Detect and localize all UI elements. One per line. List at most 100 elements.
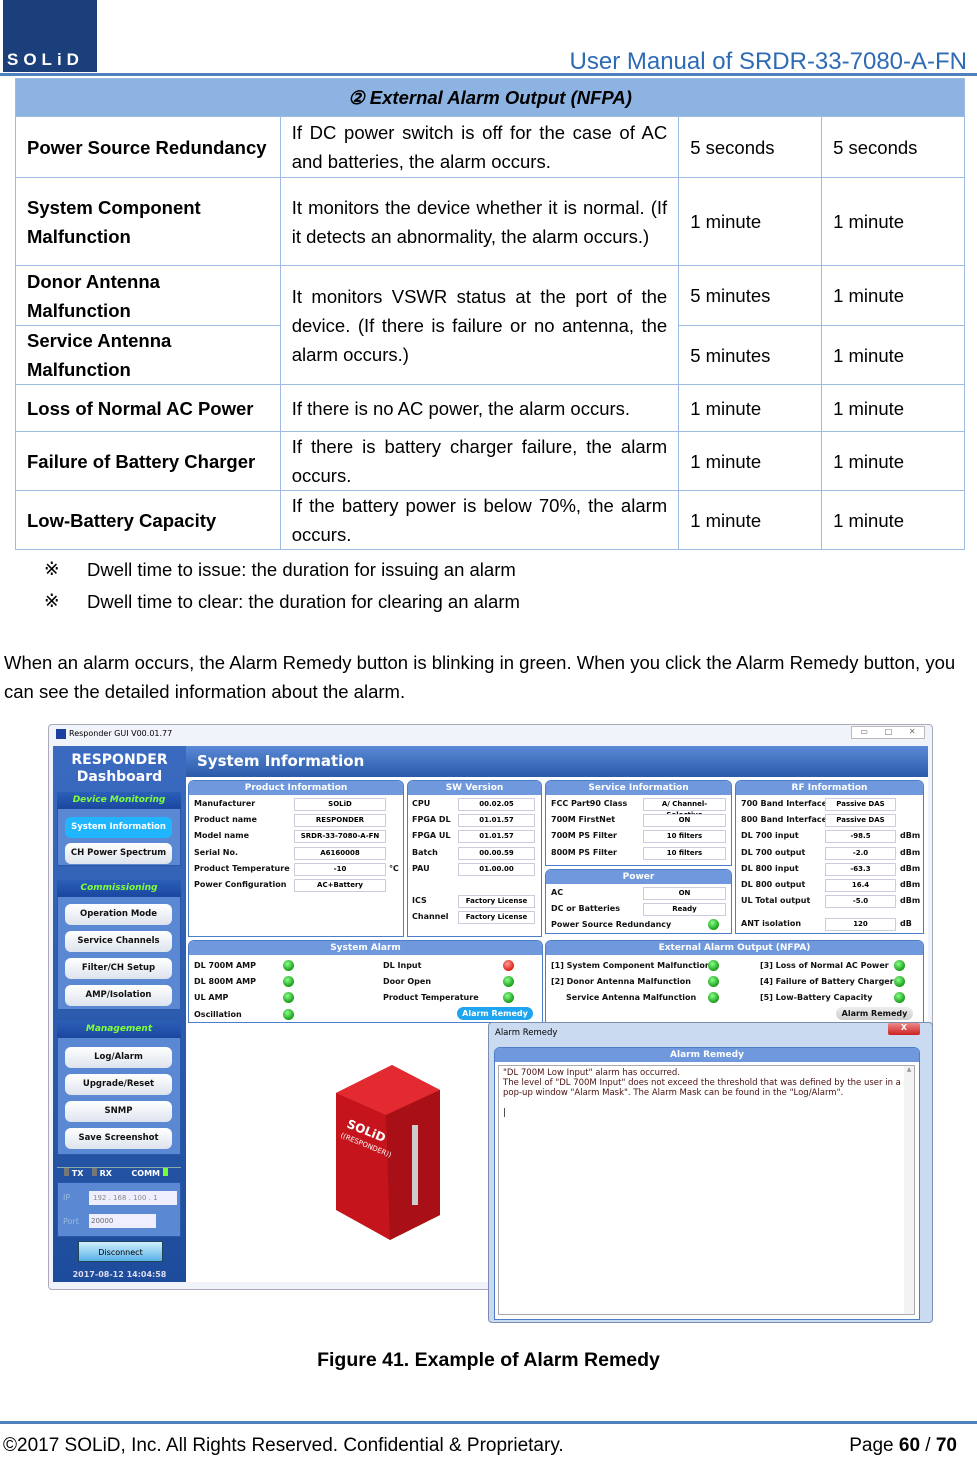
- table-row: Low-Battery Capacity If the battery power…: [15, 490, 965, 550]
- main-title: System Information: [186, 746, 928, 777]
- nav-save-screenshot-button[interactable]: Save Screenshot: [65, 1128, 172, 1149]
- field-label: FPGA UL: [412, 831, 451, 841]
- nav-filter-ch-setup-button[interactable]: Filter/CH Setup: [65, 958, 172, 979]
- nav-service-channels-button[interactable]: Service Channels: [65, 931, 172, 952]
- field-label: UL Total output: [741, 896, 811, 906]
- alarm-remedy-button-nfpa[interactable]: Alarm Remedy: [836, 1007, 913, 1020]
- field-unit: dBm: [900, 896, 921, 906]
- field-label: PAU: [412, 863, 430, 873]
- field-label: FPGA DL: [412, 815, 451, 825]
- status-led-red: [503, 960, 514, 971]
- table-row: Donor Antenna Malfunction It monitors VSW…: [15, 265, 965, 385]
- window-title: Responder GUI V00.01.77: [69, 729, 173, 738]
- app-icon: [56, 729, 66, 739]
- port-input[interactable]: 20000: [89, 1214, 156, 1228]
- panel-header: Product Information: [189, 781, 403, 795]
- field-unit: dBm: [900, 863, 921, 873]
- ip-label: IP: [63, 1193, 71, 1202]
- field-value: 01.00.00: [458, 862, 535, 876]
- field-value: -5.0: [825, 895, 896, 909]
- field-label: DL 700 output: [741, 847, 806, 857]
- alarm-label: Door Open: [383, 977, 432, 987]
- alarm-label: [3] Loss of Normal AC Power: [760, 961, 889, 970]
- field-label: Model name: [194, 831, 249, 841]
- table-title: ② External Alarm Output (NFPA): [15, 78, 965, 117]
- field-value: Factory License: [458, 911, 535, 924]
- body-paragraph: When an alarm occurs, the Alarm Remedy b…: [4, 652, 956, 702]
- nav-ch-power-spectrum-button[interactable]: CH Power Spectrum: [65, 843, 172, 864]
- ip-input[interactable]: 192 . 168 . 100 . 1: [89, 1191, 177, 1205]
- footer-divider: [0, 1421, 977, 1424]
- disconnect-button[interactable]: Disconnect: [78, 1241, 163, 1262]
- field-value: -63.3: [825, 862, 896, 876]
- alarm-label: Service Antenna Malfunction: [566, 993, 697, 1003]
- scrollbar[interactable]: ▲: [904, 1066, 914, 1314]
- nav-system-information-button[interactable]: System Information: [65, 817, 172, 838]
- field-unit: dBm: [900, 847, 921, 857]
- field-value: 10 filters: [643, 846, 726, 860]
- page-number: Page 60 / 70: [849, 1435, 957, 1456]
- nav-snmp-button[interactable]: SNMP: [65, 1101, 172, 1122]
- table-row: System Component Malfunction It monitors …: [15, 177, 965, 266]
- alarm-label: Product Temperature: [383, 993, 479, 1003]
- alarm-remedy-text[interactable]: "DL 700M Low Input" alarm has occurred. T…: [498, 1065, 915, 1315]
- field-label: ANT isolation: [741, 919, 802, 928]
- field-label: Power Configuration: [194, 880, 287, 889]
- field-value: RESPONDER: [294, 814, 386, 828]
- field-label: 700 Band Interface: [741, 799, 828, 808]
- field-value: 01.01.57: [458, 814, 535, 828]
- field-label: DC or Batteries: [551, 904, 620, 913]
- field-value: Ready: [643, 903, 726, 916]
- nav-upgrade-reset-button[interactable]: Upgrade/Reset: [65, 1074, 172, 1095]
- panel-header: External Alarm Output (NFPA): [546, 941, 923, 955]
- field-value: SOLiD: [294, 798, 386, 811]
- alarm-label: [2] Donor Antenna Malfunction: [551, 977, 691, 987]
- status-led-green: [894, 960, 905, 971]
- field-value: 120: [825, 918, 896, 931]
- field-label: Batch: [412, 847, 438, 857]
- note-mark: ※: [44, 558, 60, 579]
- field-value: SRDR-33-7080-A-FN: [294, 830, 386, 844]
- field-value: -98.5: [825, 830, 896, 844]
- field-value: -10: [294, 862, 386, 876]
- dialog-title: Alarm Remedy: [495, 1028, 558, 1038]
- maximize-icon[interactable]: □: [885, 727, 893, 738]
- field-unit: dB: [900, 919, 912, 928]
- port-label: Port: [63, 1217, 79, 1226]
- datetime: 2017-08-12 14:04:58: [72, 1270, 167, 1279]
- nav-amp-isolation-button[interactable]: AMP/Isolation: [65, 985, 172, 1006]
- section-header-device-monitoring: Device Monitoring: [57, 792, 181, 809]
- field-value: Factory License: [458, 895, 535, 908]
- panel-header: Service Information: [546, 781, 731, 795]
- status-led-green: [708, 960, 719, 971]
- alarm-label: DL Input: [383, 961, 422, 970]
- field-label: Manufacturer: [194, 799, 256, 808]
- field-label: DL 800 input: [741, 863, 799, 873]
- status-led-green: [283, 1008, 294, 1020]
- nav-operation-mode-button[interactable]: Operation Mode: [65, 904, 172, 925]
- panel-header: SW Version: [408, 781, 541, 795]
- dialog-close-button[interactable]: X: [888, 1023, 920, 1035]
- table-row: Loss of Normal AC Power If there is no AC…: [15, 384, 965, 432]
- note-clear: Dwell time to clear: the duration for cl…: [87, 591, 520, 612]
- nav-log-alarm-button[interactable]: Log/Alarm: [65, 1047, 172, 1068]
- field-value: AC+Battery: [294, 879, 386, 892]
- field-unit: ℃: [389, 863, 399, 873]
- alarm-remedy-button[interactable]: Alarm Remedy: [457, 1007, 533, 1020]
- minimize-icon[interactable]: ▭: [860, 727, 868, 738]
- field-label: 800M PS Filter: [551, 847, 617, 857]
- alarm-label: Oscillation: [194, 1009, 242, 1019]
- note-mark: ※: [44, 590, 60, 611]
- alarm-label: [1] System Component Malfunction: [551, 961, 711, 970]
- field-unit: dBm: [900, 880, 921, 889]
- alarm-output-table: ② External Alarm Output (NFPA) Power Sou…: [15, 78, 965, 550]
- field-label: Product Temperature: [194, 863, 290, 873]
- field-label: Channel: [412, 912, 449, 921]
- status-led-green: [708, 919, 719, 930]
- note-issue: Dwell time to issue: the duration for is…: [87, 559, 516, 580]
- field-value: -2.0: [825, 846, 896, 860]
- field-value: A/ Channel-Selective: [643, 798, 726, 819]
- panel-header: Power: [546, 870, 731, 884]
- close-icon[interactable]: ✕: [909, 727, 916, 738]
- field-label: AC: [551, 888, 564, 897]
